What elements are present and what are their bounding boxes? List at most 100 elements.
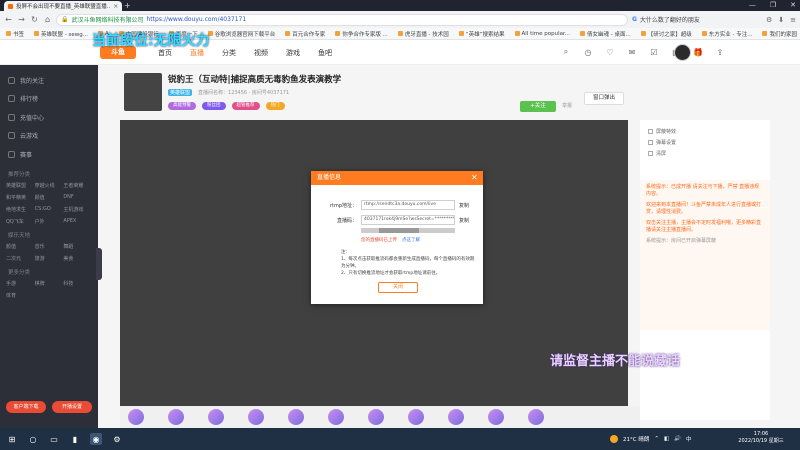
menu-icon[interactable]: ≡ [790,16,796,24]
volume-icon[interactable]: 🔊 [674,436,681,442]
settings-icon[interactable]: ⚙ [111,433,123,445]
windows-start-icon[interactable]: ⊞ [6,433,18,445]
code-scrollbar[interactable] [361,228,455,233]
ime-icon[interactable]: 中 [686,435,692,443]
gift-icon[interactable] [328,409,344,425]
reload-icon[interactable]: ↻ [30,15,39,24]
user-avatar[interactable] [674,44,691,61]
history-icon[interactable]: ◷ [582,46,594,58]
panel-option[interactable]: 屏蔽特效 [640,126,770,137]
sidebar-collapse-handle[interactable] [96,248,102,280]
stream-code-field[interactable]: 4037171rok4j9mSe?wsSecret=*********** [361,215,455,225]
sidebar-category[interactable]: 王者荣耀 [63,182,92,189]
gift-icon[interactable] [128,409,144,425]
url-field[interactable]: 🔒 武汉斗鱼网络科技有限公司 https://www.douyu.com/403… [56,13,628,26]
bookmark-item[interactable]: 【研讨之家】超级 [640,30,692,38]
search-icon[interactable]: ○ [27,433,39,445]
client-download-button[interactable]: 客户端下载 [6,401,46,413]
task-view-icon[interactable]: ▭ [48,433,60,445]
sidebar-category[interactable]: DNF [63,194,92,201]
sidebar-category[interactable]: 美食 [63,255,92,262]
search-icon[interactable]: ⌕ [560,46,572,58]
sidebar-category[interactable]: 绝地求生 [6,206,35,213]
dialog-close-icon[interactable]: ✕ [471,172,478,184]
copy-code-button[interactable]: 复制 [459,217,469,224]
bookmark-item[interactable]: 倩女幽魂 - 桌面... [579,30,631,38]
report-link[interactable]: 举报 [562,101,572,112]
copy-rtmp-button[interactable]: 复制 [459,202,469,209]
sidebar-item[interactable]: 云游戏 [0,127,98,146]
new-tab-icon[interactable]: + [124,1,131,11]
sidebar-category[interactable]: 穿越火线 [35,182,64,189]
sidebar-category[interactable]: APEX [63,218,92,225]
sidebar-category[interactable]: 体育 [6,292,35,299]
maximize-icon[interactable]: ❐ [770,0,776,11]
room-badge[interactable]: 粉丝团 [202,102,226,110]
download-icon[interactable]: ⬇ [778,16,784,24]
message-icon[interactable]: ✉ [626,46,638,58]
gift-icon[interactable] [488,409,504,425]
sidebar-category[interactable]: 英雄联盟 [6,182,35,189]
bookmark-item[interactable]: 谷歌浏览器官网下载平台 [207,30,275,38]
panel-option[interactable]: 清屏 [640,148,770,159]
sidebar-category[interactable]: 颜值 [6,243,35,250]
gift-icon[interactable] [408,409,424,425]
popout-button[interactable]: 窗口弹出 [584,92,624,105]
task-icon[interactable]: ☑ [648,46,660,58]
start-stream-button[interactable]: 开播设置 [52,401,92,413]
close-window-icon[interactable]: ✕ [790,0,796,11]
nav-link-4[interactable]: 游戏 [286,48,300,58]
panel-option[interactable]: 弹幕设置 [640,137,770,148]
bookmark-item[interactable]: 我们的家园 [762,30,797,38]
bookmark-item[interactable]: “英雄”搜索结果 [458,30,505,38]
streamer-avatar[interactable] [124,73,162,111]
network-icon[interactable]: ◧ [664,436,669,442]
rtmp-address-field[interactable]: rtmp://sendtc3a.douyu.com/live [361,200,455,210]
gift-icon[interactable] [248,409,264,425]
sidebar-item[interactable]: 赛事 [0,145,98,164]
sidebar-category[interactable]: 颜值 [35,194,64,201]
gift-icon[interactable] [288,409,304,425]
forward-icon[interactable]: → [17,15,26,24]
bookmark-item[interactable]: 书签 [6,30,24,38]
sidebar-item[interactable]: 充值中心 [0,108,98,127]
sidebar-category[interactable]: CS:GO [35,206,64,213]
bookmark-item[interactable]: 虎牙直播 - 技术园 [397,30,449,38]
learn-more-link[interactable]: 点这了解 [402,237,420,243]
sidebar-category[interactable]: 科技 [63,280,92,287]
gift-icon[interactable] [448,409,464,425]
nav-link-3[interactable]: 视频 [254,48,268,58]
bookmark-item[interactable]: All time popular... [514,31,570,37]
sidebar-item[interactable]: 排行榜 [0,90,98,109]
sidebar-category[interactable]: QQ飞车 [6,218,35,225]
category-tag[interactable]: 英雄联盟 [168,89,193,96]
gift-icon[interactable] [368,409,384,425]
sidebar-category[interactable]: 主机游戏 [63,206,92,213]
gift-icon[interactable] [208,409,224,425]
bookmark-item[interactable]: 英雄联盟 - sewg... [34,30,88,38]
gift-icon[interactable] [528,409,544,425]
follow-button[interactable]: +关注 [520,101,556,112]
bookmark-item[interactable]: 百元合作专家 [285,30,325,38]
sidebar-item[interactable]: 我的关注 [0,71,98,90]
dialog-close-button[interactable]: 关闭 [378,282,418,293]
sidebar-category[interactable]: 音乐 [35,243,64,250]
room-badge[interactable]: 高能预警 [168,102,196,110]
sidebar-category[interactable]: 手游 [6,280,35,287]
bookmark-item[interactable]: 你争合作专家版 ... [335,30,388,38]
search-box[interactable]: G 大什么数了翻好的朋友 [632,15,762,24]
sidebar-category[interactable]: 舞蹈 [63,243,92,250]
room-badge[interactable]: 热门 [265,102,285,110]
home-icon[interactable]: ⌂ [43,15,52,24]
clock[interactable]: 17:06 2022/10/19 星期三 [734,431,788,445]
back-icon[interactable]: ← [4,15,13,24]
bookmark-item[interactable]: 东方实业 - 专注... [701,30,752,38]
sidebar-category[interactable]: 棋牌 [35,280,64,287]
sidebar-category[interactable]: 户外 [35,218,64,225]
follow-icon[interactable]: ♡ [604,46,616,58]
sidebar-category[interactable]: 旅游 [35,255,64,262]
extensions-icon[interactable]: ⚙ [766,16,772,24]
tray-arrow-icon[interactable]: ⌃ [654,436,659,442]
close-tab-icon[interactable]: × [113,3,118,10]
nav-link-5[interactable]: 鱼吧 [318,48,332,58]
